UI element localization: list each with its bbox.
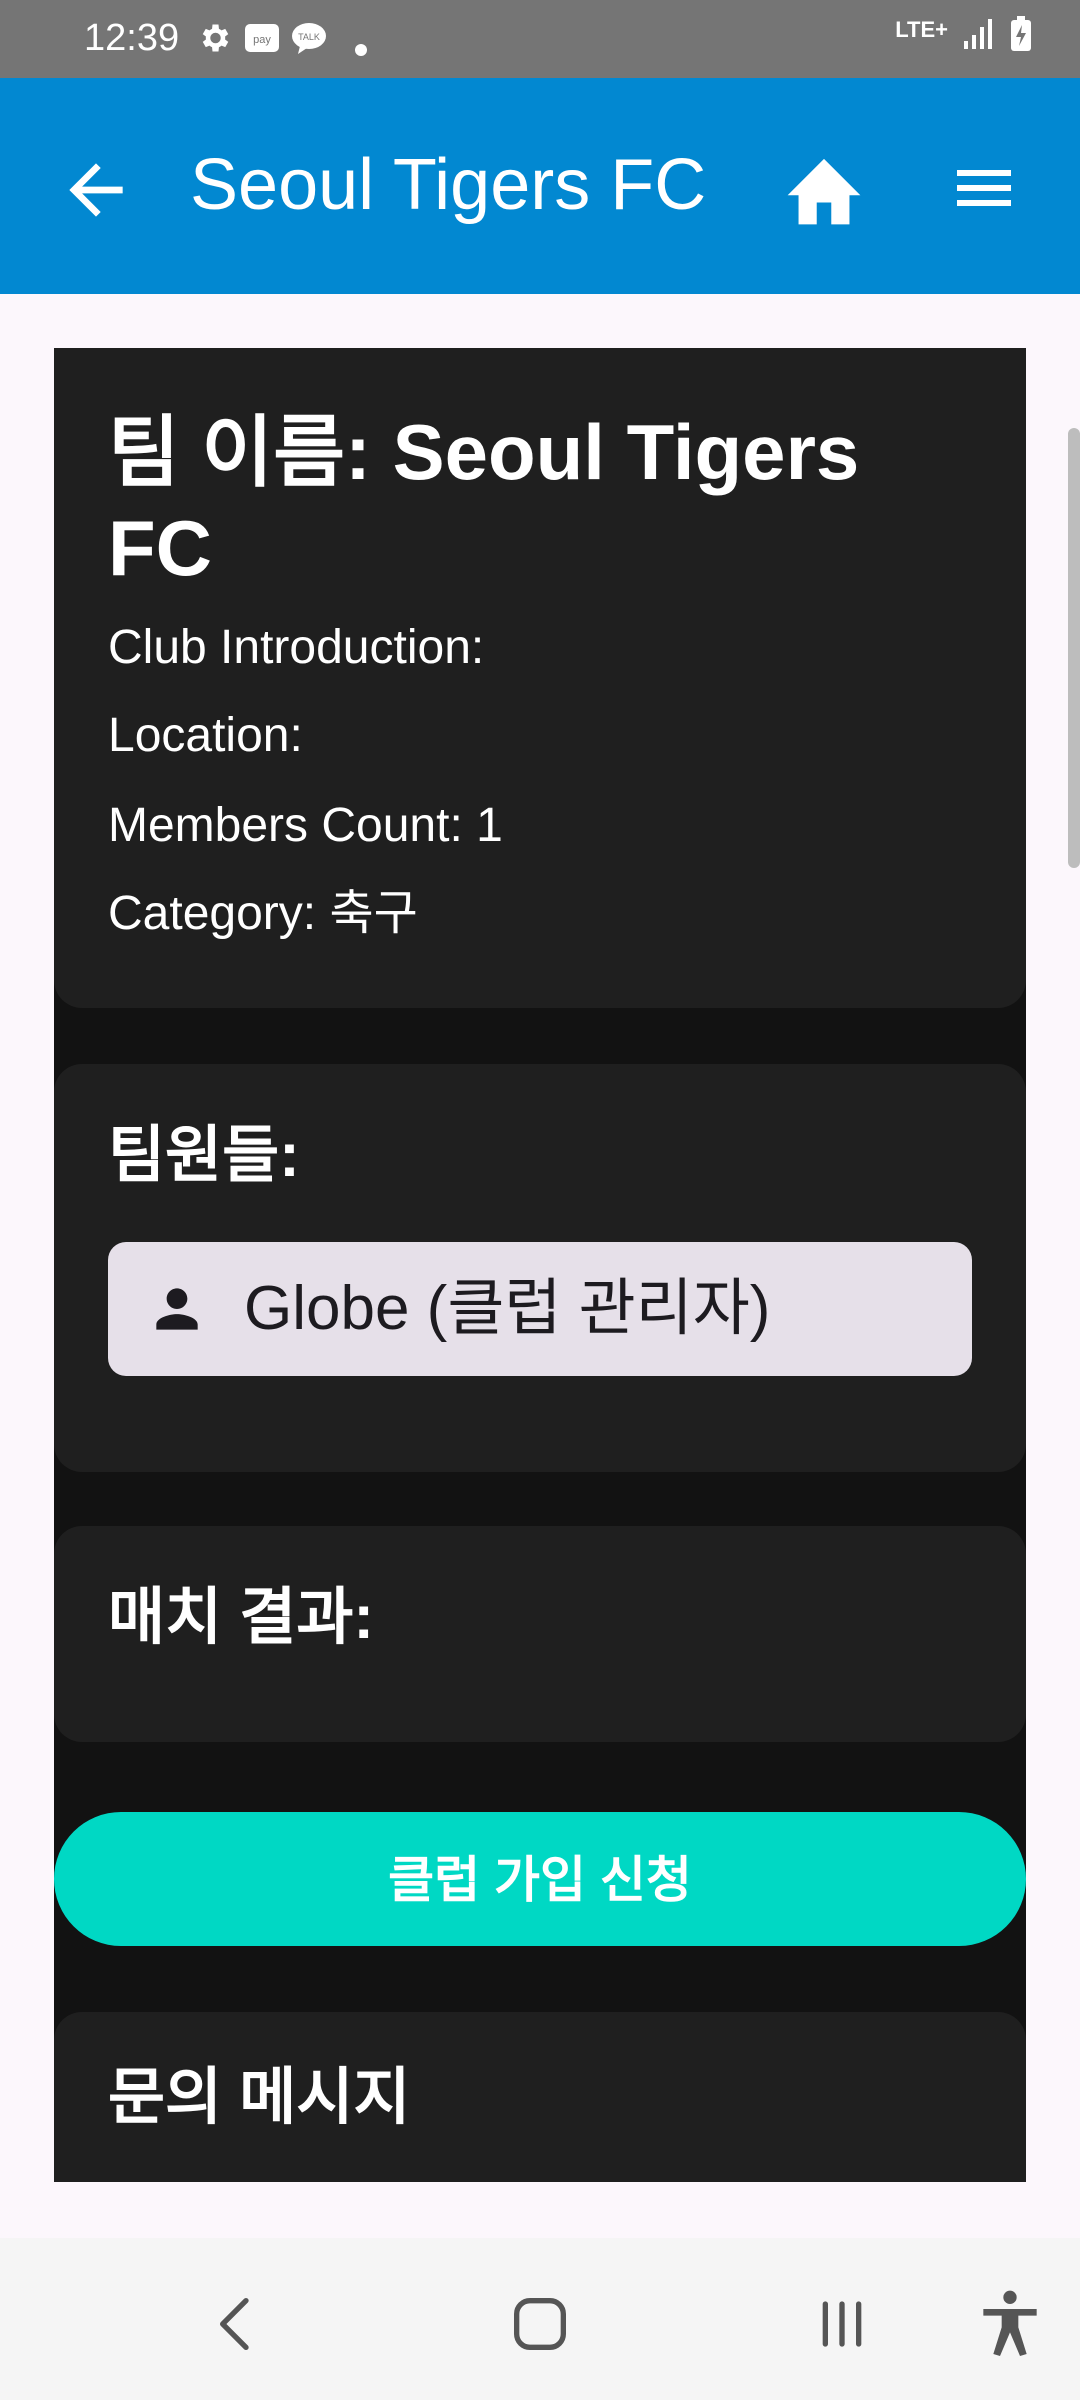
match-results-card: 매치 결과: [54, 1526, 1026, 1742]
menu-icon[interactable] [944, 152, 1024, 224]
join-club-button[interactable]: 클럽 가입 신청 [54, 1812, 1026, 1946]
app-bar: Seoul Tigers FC [0, 78, 1080, 294]
network-type: LTE+ [895, 17, 948, 42]
nav-home-icon[interactable] [500, 2284, 580, 2364]
members-title: 팀원들: [108, 1121, 300, 1190]
battery-icon [1011, 16, 1031, 51]
member-item[interactable]: Globe (클럽 관리자) [108, 1242, 972, 1376]
svg-text:pay: pay [253, 34, 271, 46]
home-icon[interactable] [780, 148, 868, 228]
inquiry-card: 문의 메시지 [54, 2012, 1026, 2182]
members-count: Members Count: 1 [108, 799, 503, 852]
person-icon [156, 1288, 198, 1330]
team-info-card: 팀 이름: Seoul Tigers FC Club Introduction:… [54, 348, 1026, 1008]
pay-icon: pay [245, 24, 279, 52]
accessibility-icon[interactable] [970, 2284, 1050, 2364]
members-card: 팀원들: Globe (클럽 관리자) [54, 1064, 1026, 1472]
club-detail-content: 팀 이름: Seoul Tigers FC Club Introduction:… [54, 348, 1026, 2182]
club-location: Location: [108, 709, 303, 762]
team-name: 팀 이름: Seoul Tigers FC [108, 408, 860, 592]
status-time: 12:39 [84, 17, 180, 59]
arrow-back-icon[interactable] [56, 150, 136, 230]
settings-icon [202, 24, 229, 52]
status-bar: 12:39 pay TALK LTE+ [0, 0, 1080, 78]
svg-text:TALK: TALK [298, 32, 320, 42]
nav-back-icon[interactable] [196, 2284, 276, 2364]
talk-icon: TALK [292, 23, 326, 54]
status-icons-right: LTE+ [895, 16, 1032, 52]
club-introduction: Club Introduction: [108, 621, 485, 674]
scrollbar[interactable] [1068, 428, 1080, 868]
club-category: Category: 축구 [108, 887, 418, 940]
signal-icon [964, 19, 992, 49]
nav-recents-icon[interactable] [802, 2284, 882, 2364]
inquiry-title: 문의 메시지 [108, 2063, 411, 2132]
member-label: Globe (클럽 관리자) [244, 1274, 771, 1343]
dot-icon [355, 44, 367, 56]
match-results-title: 매치 결과: [108, 1583, 375, 1652]
page-title: Seoul Tigers FC [190, 145, 707, 225]
system-nav-bar [0, 2238, 1080, 2400]
